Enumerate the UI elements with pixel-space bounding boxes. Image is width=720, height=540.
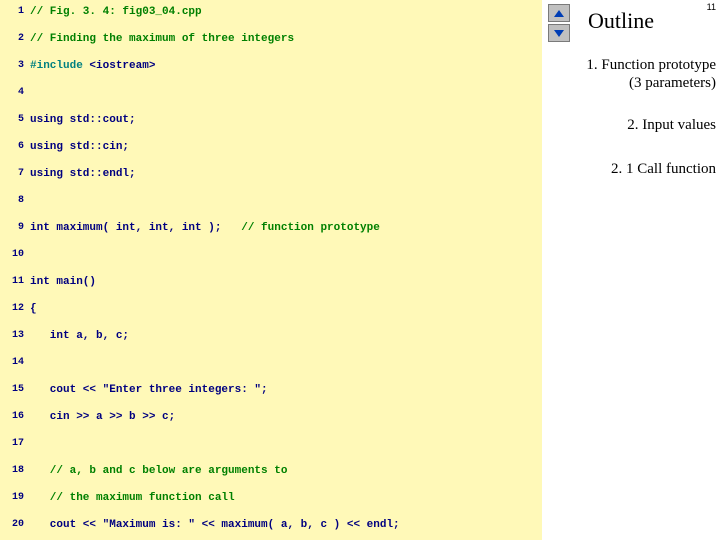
code-token: // Finding the maximum of three integers [30,33,294,45]
code-row: 12{ [0,297,540,324]
code-token: int maximum( int, int, int ); [30,222,241,234]
line-number: 7 [0,162,28,179]
code-row: 9int maximum( int, int, int ); // functi… [0,216,540,243]
code-cell [28,432,30,438]
code-token: #include [30,60,89,72]
code-row: 14 [0,351,540,378]
line-number: 8 [0,189,28,206]
code-row: 17 [0,432,540,459]
code-token: int a, b, c; [30,330,129,342]
code-cell: // Finding the maximum of three integers [28,27,294,45]
code-cell: using std::cout; [28,108,136,126]
line-number: 20 [0,513,28,530]
line-number: 13 [0,324,28,341]
code-row: 4 [0,81,540,108]
code-cell [28,189,30,195]
line-number: 18 [0,459,28,476]
outline-section-1: 1. Function prototype(3 parameters) [542,56,716,92]
code-cell: // the maximum function call [28,486,235,504]
code-token: // Fig. 3. 4: fig03_04.cpp [30,6,202,18]
triangle-up-icon [554,10,564,17]
code-row: 2// Finding the maximum of three integer… [0,27,540,54]
code-token: using std::cin; [30,141,129,153]
code-cell [28,243,30,249]
code-row: 18 // a, b and c below are arguments to [0,459,540,486]
code-row: 15 cout << "Enter three integers: "; [0,378,540,405]
code-cell [28,351,30,357]
code-row: 5using std::cout; [0,108,540,135]
code-token: <iostream> [89,60,155,72]
line-number: 12 [0,297,28,314]
outline-section-2: 2. Input values [542,116,716,134]
code-token: // a, b and c below are arguments to [30,465,287,477]
line-number: 1 [0,0,28,17]
code-row: 10 [0,243,540,270]
line-number: 11 [0,270,28,287]
line-number: 17 [0,432,28,449]
code-cell: { [28,297,37,315]
code-cell [28,81,30,87]
code-row: 13 int a, b, c; [0,324,540,351]
code-row: 19 // the maximum function call [0,486,540,513]
code-row: 1// Fig. 3. 4: fig03_04.cpp [0,0,540,27]
code-row: 6using std::cin; [0,135,540,162]
code-token: cin >> a >> b >> c; [30,411,175,423]
code-listing: 1// Fig. 3. 4: fig03_04.cpp2// Finding t… [0,0,540,540]
nav-down-button[interactable] [548,24,570,42]
code-token: cout << "Enter three integers: "; [30,384,268,396]
code-cell: #include <iostream> [28,54,155,72]
code-token: using std::endl; [30,168,136,180]
code-cell: cout << "Enter three integers: "; [28,378,268,396]
line-number: 19 [0,486,28,503]
code-token: // function prototype [241,222,380,234]
code-row: 8 [0,189,540,216]
triangle-down-icon [554,30,564,37]
code-token: { [30,303,37,315]
line-number: 16 [0,405,28,422]
code-cell: int a, b, c; [28,324,129,342]
code-cell: int maximum( int, int, int ); // functio… [28,216,380,234]
line-number: 2 [0,27,28,44]
line-number: 5 [0,108,28,125]
code-row: 16 cin >> a >> b >> c; [0,405,540,432]
code-cell: // Fig. 3. 4: fig03_04.cpp [28,0,202,18]
page-number: 11 [707,2,716,12]
line-number: 10 [0,243,28,260]
sidebar: Outline 11 1. Function prototype(3 param… [542,0,720,540]
line-number: 4 [0,81,28,98]
code-cell: cin >> a >> b >> c; [28,405,175,423]
line-number: 6 [0,135,28,152]
nav-buttons [548,4,570,42]
code-token: // the maximum function call [30,492,235,504]
code-row: 11int main() [0,270,540,297]
line-number: 3 [0,54,28,71]
code-cell: using std::endl; [28,162,136,180]
code-cell: cout << "Maximum is: " << maximum( a, b,… [28,513,400,531]
code-row: 7using std::endl; [0,162,540,189]
code-cell: // a, b and c below are arguments to [28,459,287,477]
line-number: 14 [0,351,28,368]
code-token: int main() [30,276,96,288]
outline-title: Outline [588,8,654,34]
code-row: 20 cout << "Maximum is: " << maximum( a,… [0,513,540,540]
line-number: 15 [0,378,28,395]
code-cell: int main() [28,270,96,288]
code-token: using std::cout; [30,114,136,126]
line-number: 9 [0,216,28,233]
code-token: cout << "Maximum is: " << maximum( a, b,… [30,519,400,531]
code-cell: using std::cin; [28,135,129,153]
code-row: 3#include <iostream> [0,54,540,81]
outline-section-3: 2. 1 Call function [542,160,716,178]
nav-up-button[interactable] [548,4,570,22]
